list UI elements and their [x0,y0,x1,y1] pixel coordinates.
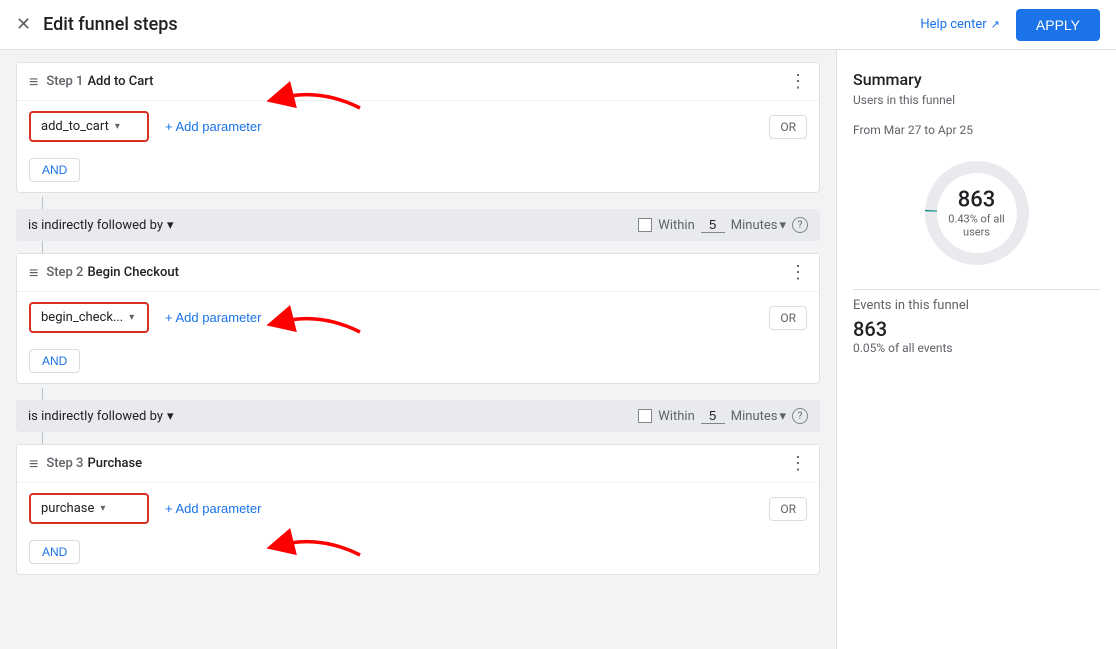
connector-1-within-label: Within [658,218,694,233]
summary-users-label: Users in this funnel [853,93,1100,107]
connector-2-unit-select[interactable]: Minutes ▾ [731,409,786,424]
connector-2-within-label: Within [658,409,694,424]
connector-1-unit-arrow: ▾ [779,218,786,233]
step-3-event-dropdown[interactable]: purchase ▾ [29,493,149,524]
step-2-add-param-button[interactable]: + Add parameter [157,304,269,331]
donut-chart-container: 863 0.43% of all users [853,153,1100,273]
step-2-event-value: begin_check... [41,310,123,325]
donut-percent: 0.43% of all users [947,213,1007,239]
step-1-sort-icon: ≡ [29,72,38,92]
summary-events-percent: 0.05% of all events [853,341,1100,355]
step-3-more-icon[interactable]: ⋮ [789,453,807,474]
step-1-more-icon[interactable]: ⋮ [789,71,807,92]
summary-panel: Summary Users in this funnel From Mar 27… [836,50,1116,649]
step-1-card: ≡ Step 1 Add to Cart ⋮ add_to_cart ▾ [16,62,820,193]
step-1-event-value: add_to_cart [41,119,109,134]
help-center-link[interactable]: Help center ↗ [920,17,1000,32]
connector-2-unit-arrow: ▾ [779,409,786,424]
step-2-event-dropdown[interactable]: begin_check... ▾ [29,302,149,333]
connector-2-unit-label: Minutes [731,409,778,424]
step-1-event-dropdown[interactable]: add_to_cart ▾ [29,111,149,142]
step-1-add-param-button[interactable]: + Add parameter [157,113,269,140]
connector-1-help-icon[interactable]: ? [792,217,808,233]
connector-2-within: Within Minutes ▾ ? [638,408,808,424]
close-icon[interactable]: ✕ [16,14,31,35]
step-3-sort-icon: ≡ [29,454,38,474]
connector-1-line-bottom [42,241,43,253]
connector-2-type-label: is indirectly followed by [28,409,163,424]
step-1-name: Add to Cart [87,74,153,89]
donut-center: 863 0.43% of all users [947,188,1007,239]
step-1-dropdown-arrow: ▾ [115,121,120,132]
step-1-label: Step 1 [46,74,83,89]
connector-1-within-checkbox[interactable] [638,218,652,232]
steps-panel: ≡ Step 1 Add to Cart ⋮ add_to_cart ▾ [0,50,836,649]
step-2-body: begin_check... ▾ + Add parameter OR [17,292,819,343]
summary-title: Summary [853,70,1100,89]
connector-1-type-label: is indirectly followed by [28,218,163,233]
connector-1-within: Within Minutes ▾ ? [638,217,808,233]
step-1-or-badge[interactable]: OR [769,115,807,139]
step-3-dropdown-arrow: ▾ [100,503,105,514]
summary-events-label: Events in this funnel [853,298,1100,313]
step-3-and-row: AND [17,534,819,574]
step-2-or-badge[interactable]: OR [769,306,807,330]
step-3-card: ≡ Step 3 Purchase ⋮ purchase ▾ [16,444,820,575]
donut-number: 863 [947,188,1007,213]
step-3-name: Purchase [87,456,142,471]
connector-2-wrapper: is indirectly followed by ▾ Within Minut… [16,388,820,444]
step-3-header: ≡ Step 3 Purchase ⋮ [17,445,819,483]
connector-1-wrapper: is indirectly followed by ▾ Within Minut… [16,197,820,253]
summary-events-count: 863 [853,317,1100,341]
summary-date-range: From Mar 27 to Apr 25 [853,123,1100,137]
connector-1-dropdown-arrow: ▾ [167,218,174,233]
step-2-name: Begin Checkout [87,265,179,280]
external-link-icon: ↗ [991,18,1000,31]
connector-1-type-select[interactable]: is indirectly followed by ▾ [28,218,174,233]
step-2-sort-icon: ≡ [29,263,38,283]
step-3-body: purchase ▾ + Add parameter OR [17,483,819,534]
step-1-header: ≡ Step 1 Add to Cart ⋮ [17,63,819,101]
step-3-add-param-button[interactable]: + Add parameter [157,495,269,522]
step-2-card: ≡ Step 2 Begin Checkout ⋮ begin_check... [16,253,820,384]
connector-2-line-top [42,388,43,400]
connector-2-type-select[interactable]: is indirectly followed by ▾ [28,409,174,424]
step-2-label: Step 2 [46,265,83,280]
step-3-or-badge[interactable]: OR [769,497,807,521]
connector-1-unit-label: Minutes [731,218,778,233]
connector-2-help-icon[interactable]: ? [792,408,808,424]
page-title: Edit funnel steps [43,14,178,35]
connector-2-within-number[interactable] [701,408,725,424]
connector-1-unit-select[interactable]: Minutes ▾ [731,218,786,233]
donut-chart: 863 0.43% of all users [917,153,1037,273]
connector-1-bar: is indirectly followed by ▾ Within Minut… [16,209,820,241]
connector-2-bar: is indirectly followed by ▾ Within Minut… [16,400,820,432]
step-2-dropdown-arrow: ▾ [129,312,134,323]
connector-2-line-bottom [42,432,43,444]
step-1-body: add_to_cart ▾ + Add parameter OR [17,101,819,152]
connector-1-line-top [42,197,43,209]
step-2-and-button[interactable]: AND [29,349,80,373]
step-1-and-row: AND [17,152,819,192]
apply-button[interactable]: APPLY [1016,9,1100,41]
step-1-and-button[interactable]: AND [29,158,80,182]
step-3-and-button[interactable]: AND [29,540,80,564]
step-3-label: Step 3 [46,456,83,471]
connector-1-within-number[interactable] [701,217,725,233]
step-3-event-value: purchase [41,501,94,516]
step-2-more-icon[interactable]: ⋮ [789,262,807,283]
summary-divider [853,289,1100,290]
help-center-label: Help center [920,17,986,32]
connector-2-dropdown-arrow: ▾ [167,409,174,424]
step-2-header: ≡ Step 2 Begin Checkout ⋮ [17,254,819,292]
step-2-and-row: AND [17,343,819,383]
connector-2-within-checkbox[interactable] [638,409,652,423]
